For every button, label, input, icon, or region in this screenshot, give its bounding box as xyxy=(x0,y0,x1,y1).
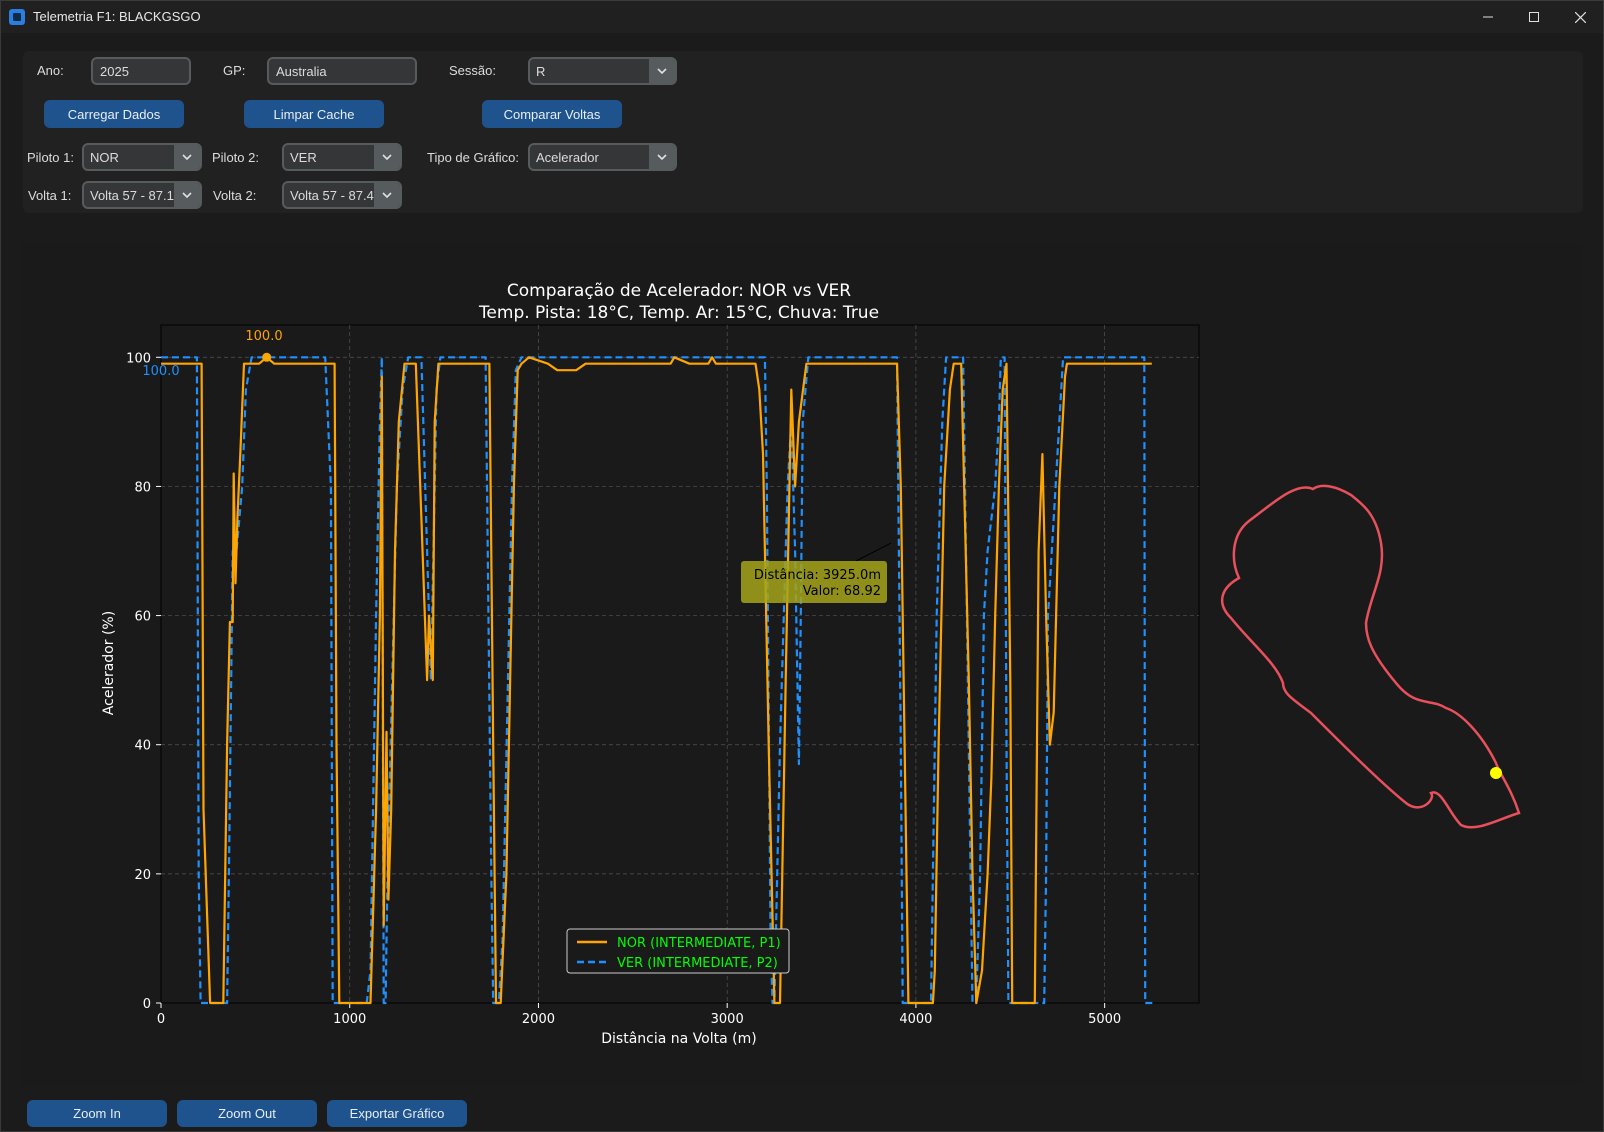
gp-input[interactable]: Australia xyxy=(267,57,417,85)
app-icon xyxy=(9,9,25,25)
title-bar: Telemetria F1: BLACKGSGO xyxy=(1,1,1603,33)
tooltip-distance: Distância: 3925.0m xyxy=(754,568,881,583)
chevron-down-icon xyxy=(374,145,400,169)
x-tick-label: 5000 xyxy=(1088,1012,1121,1027)
sessao-select[interactable]: R xyxy=(528,57,677,85)
minimize-button[interactable] xyxy=(1465,1,1511,33)
ano-input[interactable]: 2025 xyxy=(91,57,191,85)
volta1-select[interactable]: Volta 57 - 87.11 xyxy=(82,181,202,209)
piloto2-label: Piloto 2: xyxy=(212,150,259,165)
chart-title: Comparação de Acelerador: NOR vs VER xyxy=(507,281,851,301)
telemetry-chart[interactable]: 0 1000 2000 3000 4000 5000020406080100 Compar… xyxy=(21,243,1583,1085)
y-axis-label: Acelerador (%) xyxy=(101,611,117,715)
zoom-out-button[interactable]: Zoom Out xyxy=(177,1100,317,1127)
app-window: Telemetria F1: BLACKGSGO Ano: 2025 GP: A… xyxy=(0,0,1604,1132)
volta1-label: Volta 1: xyxy=(28,188,72,203)
piloto2-value: VER xyxy=(290,150,317,165)
y-tick-label: 60 xyxy=(134,610,151,625)
tipo-grafico-select[interactable]: Acelerador xyxy=(528,143,677,171)
tipo-grafico-label: Tipo de Gráfico: xyxy=(427,150,520,165)
close-icon xyxy=(1574,11,1586,23)
y-tick-label: 0 xyxy=(143,997,151,1012)
x-tick-label: 2000 xyxy=(522,1012,555,1027)
nor-max-marker xyxy=(262,352,272,362)
legend-nor-label: NOR (INTERMEDIATE, P1) xyxy=(617,936,781,951)
chart-legend: NOR (INTERMEDIATE, P1) VER (INTERMEDIATE… xyxy=(566,928,790,974)
x-tick-label: 0 xyxy=(157,1012,165,1027)
comparar-voltas-button[interactable]: Comparar Voltas xyxy=(482,100,622,128)
volta1-value: Volta 57 - 87.11 xyxy=(90,188,176,203)
close-button[interactable] xyxy=(1557,1,1603,33)
piloto1-label: Piloto 1: xyxy=(27,150,74,165)
volta2-label: Volta 2: xyxy=(213,188,257,203)
plot-area xyxy=(160,324,1200,1004)
minimize-icon xyxy=(1483,16,1493,18)
chevron-down-icon xyxy=(174,183,200,207)
zoom-in-button[interactable]: Zoom In xyxy=(27,1100,167,1127)
sessao-label: Sessão: xyxy=(449,63,496,78)
volta2-select[interactable]: Volta 57 - 87.40 xyxy=(282,181,402,209)
chevron-down-icon xyxy=(649,145,675,169)
chevron-down-icon xyxy=(374,183,400,207)
x-axis-label: Distância na Volta (m) xyxy=(601,1031,756,1047)
chart-subtitle: Temp. Pista: 18°C, Temp. Ar: 15°C, Chuva… xyxy=(478,303,879,323)
piloto1-value: NOR xyxy=(90,150,119,165)
maximize-button[interactable] xyxy=(1511,1,1557,33)
x-tick-label: 4000 xyxy=(899,1012,932,1027)
maximize-icon xyxy=(1529,12,1539,22)
chevron-down-icon xyxy=(649,59,675,83)
tipo-grafico-value: Acelerador xyxy=(536,150,599,165)
y-tick-label: 20 xyxy=(134,868,151,883)
legend-ver-label: VER (INTERMEDIATE, P2) xyxy=(617,956,778,971)
volta2-value: Volta 57 - 87.40 xyxy=(290,188,376,203)
y-tick-label: 40 xyxy=(134,739,151,754)
gp-label: GP: xyxy=(223,63,246,78)
piloto1-select[interactable]: NOR xyxy=(82,143,202,171)
track-map xyxy=(1220,484,1521,829)
piloto2-select[interactable]: VER xyxy=(282,143,402,171)
track-position-marker xyxy=(1490,767,1502,779)
controls-panel xyxy=(23,51,1583,213)
window-title: Telemetria F1: BLACKGSGO xyxy=(33,9,201,24)
exportar-grafico-button[interactable]: Exportar Gráfico xyxy=(327,1100,467,1127)
ver-max-label: 100.0 xyxy=(142,364,179,379)
x-tick-label: 1000 xyxy=(333,1012,366,1027)
limpar-cache-button[interactable]: Limpar Cache xyxy=(244,100,384,128)
tooltip-value: Valor: 68.92 xyxy=(803,584,881,599)
x-tick-label: 3000 xyxy=(711,1012,744,1027)
ano-label: Ano: xyxy=(37,63,64,78)
chevron-down-icon xyxy=(174,145,200,169)
carregar-dados-button[interactable]: Carregar Dados xyxy=(44,100,184,128)
y-tick-label: 80 xyxy=(134,480,151,495)
plot-panel: 0 1000 2000 3000 4000 5000 0 20 40 60 80 100 Compar… xyxy=(21,243,1583,1085)
sessao-value: R xyxy=(536,64,546,79)
nor-max-label: 100.0 xyxy=(245,329,282,344)
